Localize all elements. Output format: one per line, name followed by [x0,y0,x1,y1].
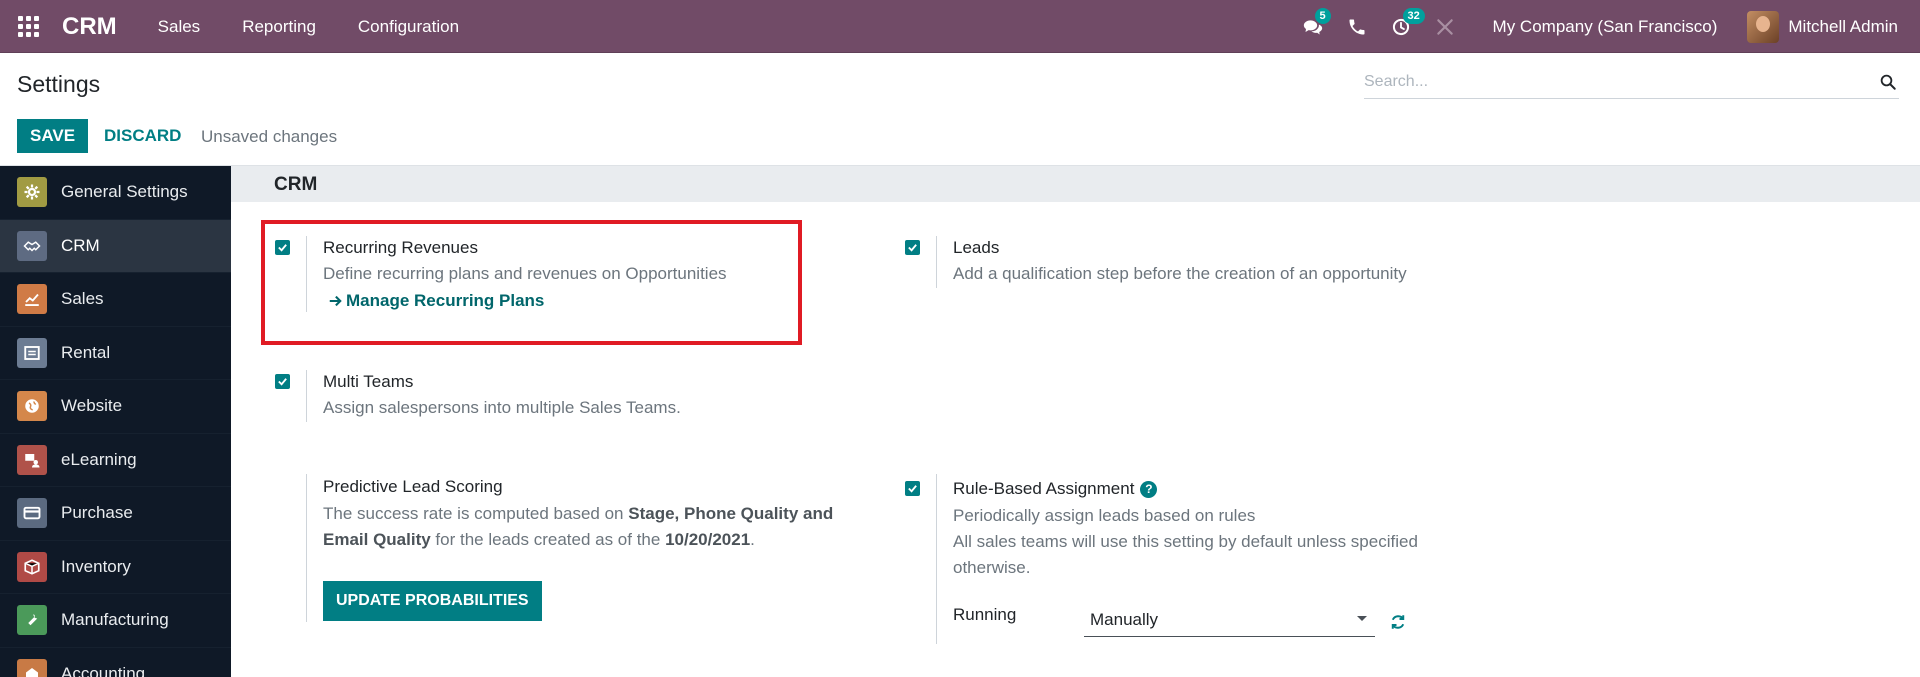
refresh-icon[interactable] [1389,613,1407,631]
sidebar-item-accounting[interactable]: Accounting [0,648,231,677]
sidebar-item-label: eLearning [61,449,137,469]
menu-sales[interactable]: Sales [137,17,222,37]
sidebar-item-inventory[interactable]: Inventory [0,541,231,594]
running-mode-value: Manually [1090,609,1159,629]
messages-button[interactable]: 5 [1291,0,1335,53]
navbar-left: CRM Sales Reporting Configuration [0,0,480,53]
company-switcher[interactable]: My Company (San Francisco) [1467,17,1748,37]
multi-teams-checkbox[interactable] [275,374,290,389]
sidebar-item-manufacturing[interactable]: Manufacturing [0,594,231,648]
check-icon [278,378,287,386]
sidebar-item-purchase[interactable]: Purchase [0,487,231,541]
messages-badge: 5 [1314,8,1331,24]
predictive-desc-part: . [750,530,755,549]
check-icon [908,485,917,493]
search-icon[interactable] [1879,73,1897,91]
rule-based-assignment-checkbox[interactable] [905,481,920,496]
section-header: CRM [231,166,1920,202]
sidebar-item-label: Accounting [61,663,146,677]
sidebar-item-label: CRM [61,235,100,255]
sidebar-item-website[interactable]: Website [0,380,231,434]
menu-reporting[interactable]: Reporting [221,17,337,37]
search-bar [1364,67,1899,99]
multi-teams-title: Multi Teams [323,372,414,391]
unsaved-status: Unsaved changes [201,127,338,146]
user-menu[interactable]: Mitchell Admin [1747,10,1920,43]
top-navbar: CRM Sales Reporting Configuration 5 32 M… [0,0,1920,53]
predictive-lead-scoring-desc: The success rate is computed based on St… [323,501,848,553]
phone-button[interactable] [1335,0,1379,53]
sidebar-item-label: Inventory [61,556,131,576]
sidebar-item-label: General Settings [61,182,188,202]
activities-button[interactable]: 32 [1379,0,1425,53]
globe-icon [17,391,47,422]
gear-icon [17,177,47,208]
predictive-desc-date: 10/20/2021 [665,530,751,549]
discard-button[interactable]: DISCARD [92,119,193,153]
leads-desc: Add a qualification step before the crea… [953,264,1407,283]
help-icon[interactable]: ? [1140,480,1158,498]
sidebar-item-label: Rental [61,342,111,362]
search-input[interactable] [1364,67,1864,97]
check-icon [908,244,917,252]
running-mode-select[interactable]: Manually [1084,603,1375,637]
sidebar-item-general-settings[interactable]: General Settings [0,166,231,220]
apps-menu-icon[interactable] [0,0,56,53]
rental-icon [17,337,47,368]
sidebar-item-label: Sales [61,289,104,309]
save-button[interactable]: SAVE [17,119,89,153]
sidebar-item-elearning[interactable]: eLearning [0,434,231,487]
control-panel: Settings SAVE DISCARD Unsaved changes [0,53,1920,166]
sidebar-item-sales[interactable]: Sales [0,273,231,327]
predictive-lead-scoring-title: Predictive Lead Scoring [323,477,503,496]
user-name: Mitchell Admin [1788,16,1898,36]
leads-title: Leads [953,238,1000,257]
chart-icon [17,284,47,315]
debug-tools-button[interactable] [1423,0,1467,53]
navbar-right: 5 32 My Company (San Francisco) Mitchell… [1291,0,1920,53]
box-icon [17,551,47,582]
wrench-icon [17,605,47,636]
accounting-icon [17,658,47,677]
user-avatar [1747,10,1780,43]
rule-based-assignment-desc: Periodically assign leads based on rules [953,506,1256,525]
leads-checkbox[interactable] [905,240,920,255]
elearning-icon [17,444,47,475]
rule-based-assignment-label: Rule-Based Assignment [953,479,1135,498]
section-title: CRM [274,174,318,195]
page-title: Settings [17,71,101,97]
multi-teams-desc: Assign salespersons into multiple Sales … [323,398,681,417]
handshake-icon [17,230,47,261]
sidebar-item-rental[interactable]: Rental [0,327,231,380]
app-brand[interactable]: CRM [56,13,137,41]
sidebar-item-crm[interactable]: CRM [0,219,231,273]
activities-badge: 32 [1402,8,1425,24]
tools-icon [1436,18,1453,35]
rule-based-assignment-note: All sales teams will use this setting by… [953,532,1418,577]
predictive-desc-part: The success rate is computed based on [323,504,629,523]
sidebar-item-label: Website [61,396,123,416]
running-label: Running [953,605,1017,624]
highlight-annotation [261,220,802,345]
predictive-desc-part: for the leads created as of the [430,530,666,549]
card-icon [17,498,47,529]
sidebar-item-label: Manufacturing [61,610,169,630]
settings-sidebar: General Settings CRM Sales Rental Websit… [0,166,231,677]
rule-based-assignment-title: Rule-Based Assignment? [953,479,1158,499]
phone-icon [1349,19,1365,34]
update-probabilities-button[interactable]: UPDATE PROBABILITIES [323,581,542,621]
caret-down-icon [1357,616,1367,621]
sidebar-item-label: Purchase [61,503,133,523]
menu-configuration[interactable]: Configuration [337,17,480,37]
